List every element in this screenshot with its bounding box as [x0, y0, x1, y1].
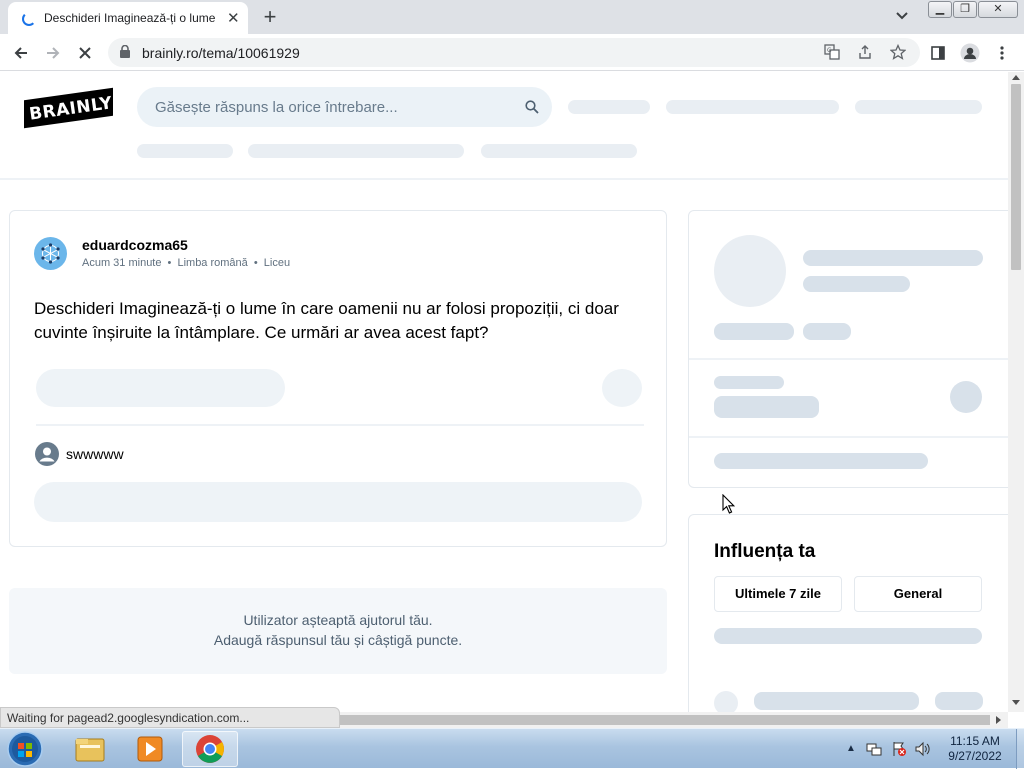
- brainly-logo[interactable]: BRAINLY: [24, 87, 114, 129]
- action-center-flag-icon[interactable]: [891, 741, 907, 757]
- author-name[interactable]: eduardcozma65: [82, 237, 188, 253]
- meta-separator: •: [253, 257, 258, 269]
- tab-general[interactable]: General: [854, 576, 982, 612]
- divider: [689, 436, 1008, 438]
- question-meta: Acum 31 minute • Limba română • Liceu: [82, 257, 290, 269]
- answer-button-skeleton: [36, 369, 285, 407]
- question-subject[interactable]: Limba română: [177, 257, 247, 269]
- question-level: Liceu: [263, 257, 291, 269]
- start-button[interactable]: [5, 730, 45, 768]
- nav-skeleton: [137, 144, 233, 158]
- scroll-up-arrow-icon[interactable]: [1012, 75, 1020, 80]
- new-tab-button[interactable]: +: [258, 4, 282, 30]
- text-skeleton: [714, 323, 794, 340]
- search-placeholder: Găsește răspuns la orice întrebare...: [155, 99, 398, 116]
- profile-card-skeleton: [688, 210, 1008, 488]
- icon-skeleton: [602, 369, 642, 407]
- influence-title: Influența ta: [714, 541, 816, 562]
- loading-spinner-icon: [22, 12, 36, 26]
- lock-icon[interactable]: [120, 45, 130, 58]
- show-desktop-button[interactable]: [1016, 729, 1024, 769]
- text-skeleton: [803, 276, 910, 292]
- restore-window-button[interactable]: ❐: [953, 1, 977, 18]
- nav-skeleton: [855, 100, 982, 114]
- text-skeleton: [714, 396, 819, 418]
- tab-close-icon[interactable]: ✕: [227, 9, 240, 27]
- commenter-avatar-icon[interactable]: [35, 442, 59, 466]
- scroll-right-arrow-icon[interactable]: [996, 716, 1001, 724]
- nav-skeleton: [568, 100, 650, 114]
- forward-button[interactable]: [40, 40, 66, 66]
- browser-toolbar: brainly.ro/tema/10061929 G: [0, 34, 1024, 71]
- tab-search-chevron-icon[interactable]: [896, 7, 908, 23]
- vertical-scrollbar[interactable]: [1008, 72, 1024, 712]
- comment-text: swwwww: [66, 446, 124, 462]
- vertical-scroll-thumb[interactable]: [1011, 84, 1021, 270]
- divider: [689, 358, 1008, 360]
- mouse-cursor-icon: [722, 494, 736, 514]
- meta-separator: •: [167, 257, 172, 269]
- influence-card: Influența ta Ultimele 7 zile General: [688, 514, 1008, 712]
- svg-text:G: G: [827, 47, 832, 54]
- question-text: Deschideri Imaginează-ți o lume în care …: [34, 299, 619, 342]
- answer-prompt-box: Utilizator așteaptă ajutorul tău. Adaugă…: [9, 588, 667, 674]
- volume-icon[interactable]: [914, 741, 932, 757]
- profile-avatar-icon[interactable]: [957, 40, 983, 66]
- answer-prompt-line2: Adaugă răspunsul tău și câștigă puncte.: [213, 632, 463, 648]
- text-skeleton: [754, 692, 919, 710]
- text-skeleton: [714, 376, 784, 389]
- share-icon[interactable]: [857, 44, 873, 63]
- nav-skeleton: [481, 144, 637, 158]
- taskbar-media-player-button[interactable]: [122, 731, 178, 767]
- show-hidden-icons-arrow[interactable]: ▲: [846, 743, 856, 754]
- question-card: eduardcozma65 Acum 31 minute • Limba rom…: [9, 210, 667, 547]
- system-clock[interactable]: 11:15 AM 9/27/2022: [940, 734, 1010, 764]
- icon-skeleton: [714, 691, 738, 712]
- icon-skeleton: [950, 381, 982, 413]
- taskbar-chrome-button[interactable]: [182, 731, 238, 767]
- clock-date: 9/27/2022: [948, 749, 1002, 763]
- text-skeleton: [714, 453, 928, 469]
- taskbar-explorer-button[interactable]: [62, 731, 118, 767]
- side-panel-icon[interactable]: [925, 40, 951, 66]
- search-icon[interactable]: [525, 100, 539, 114]
- network-icon[interactable]: [866, 741, 882, 757]
- browser-tab[interactable]: Deschideri Imaginează-ți o lume ✕: [8, 2, 248, 34]
- text-skeleton: [803, 250, 983, 266]
- divider: [36, 424, 644, 426]
- translate-icon[interactable]: G: [824, 44, 840, 63]
- site-header: BRAINLY Găsește răspuns la orice întreba…: [0, 72, 1008, 180]
- horizontal-scroll-thumb[interactable]: [340, 715, 990, 725]
- page-content: BRAINLY Găsește răspuns la orice întreba…: [0, 72, 1008, 712]
- url-text[interactable]: brainly.ro/tema/10061929: [142, 45, 300, 61]
- clock-time: 11:15 AM: [950, 734, 1000, 748]
- nav-skeleton: [666, 100, 839, 114]
- bar-skeleton: [714, 628, 982, 644]
- text-skeleton: [803, 323, 851, 340]
- minimize-window-button[interactable]: ▁: [928, 1, 952, 18]
- author-avatar[interactable]: [34, 237, 67, 270]
- scroll-down-arrow-icon[interactable]: [1012, 700, 1020, 705]
- close-window-button[interactable]: ✕: [978, 1, 1018, 18]
- nav-skeleton: [248, 144, 464, 158]
- address-bar[interactable]: brainly.ro/tema/10061929 G: [108, 38, 920, 67]
- comment-input-skeleton[interactable]: [34, 482, 642, 522]
- windows-taskbar: ▲ 11:15 AM 9/27/2022: [0, 728, 1024, 769]
- back-button[interactable]: [8, 40, 34, 66]
- bookmark-star-icon[interactable]: [889, 43, 907, 63]
- text-skeleton: [935, 692, 983, 710]
- stop-loading-button[interactable]: [72, 40, 98, 66]
- answer-prompt-line1: Utilizator așteaptă ajutorul tău.: [243, 612, 433, 628]
- tab-strip: Deschideri Imaginează-ți o lume ✕ + ▁ ❐ …: [0, 0, 1024, 34]
- search-input[interactable]: Găsește răspuns la orice întrebare...: [137, 87, 552, 127]
- chrome-menu-icon[interactable]: [989, 40, 1015, 66]
- question-time: Acum 31 minute: [82, 257, 162, 269]
- tab-title: Deschideri Imaginează-ți o lume: [44, 11, 216, 25]
- tab-last-7-days[interactable]: Ultimele 7 zile: [714, 576, 842, 612]
- status-bubble: Waiting for pagead2.googlesyndication.co…: [0, 707, 340, 728]
- avatar-skeleton: [714, 235, 786, 307]
